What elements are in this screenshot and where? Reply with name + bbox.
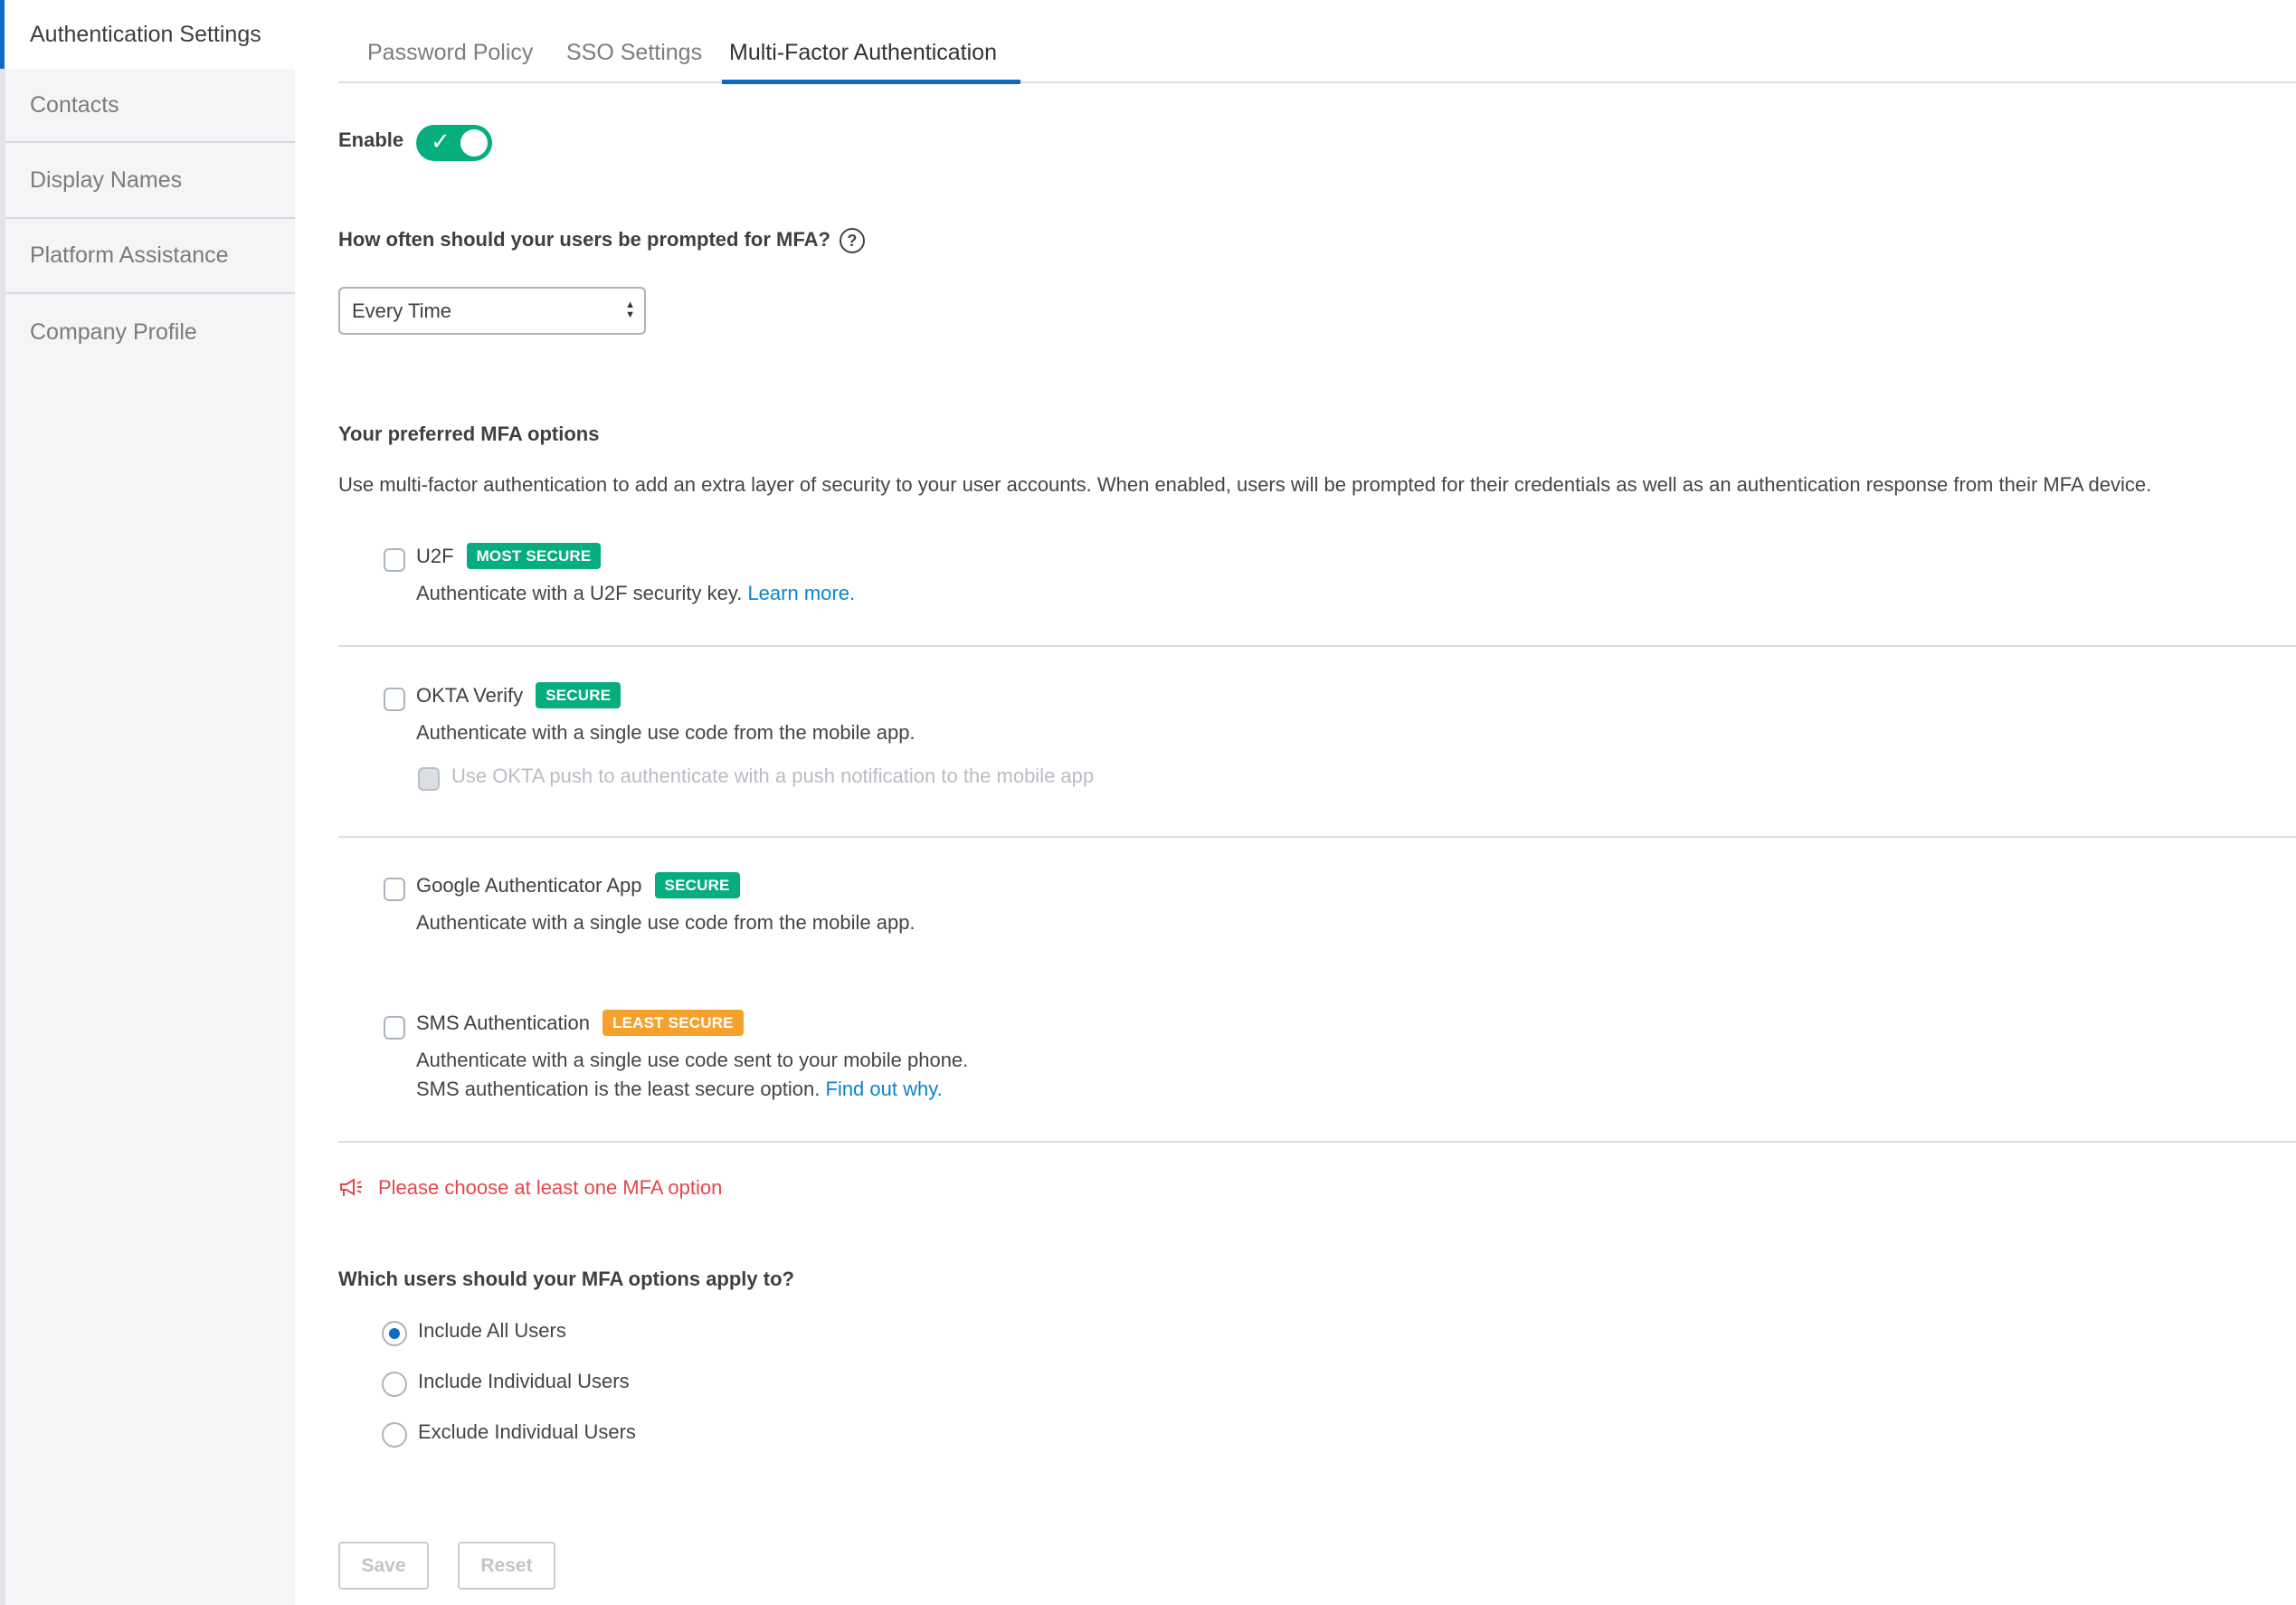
u2f-option-title: U2F MOST SECURE bbox=[416, 543, 602, 569]
sms-option-warning: SMS authentication is the least secure o… bbox=[416, 1078, 943, 1101]
settings-sidebar: Authentication Settings Contacts Display… bbox=[0, 0, 295, 1605]
radio-label: Exclude Individual Users bbox=[418, 1420, 636, 1443]
mfa-options-description: Use multi-factor authentication to add a… bbox=[338, 473, 2152, 496]
sidebar-item-authentication-settings[interactable]: Authentication Settings bbox=[0, 0, 295, 69]
security-badge: LEAST SECURE bbox=[602, 1010, 744, 1036]
tab-bar: Password Policy SSO Settings Multi-Facto… bbox=[338, 27, 2296, 84]
enable-label: Enable bbox=[338, 128, 404, 151]
tab-password-policy[interactable]: Password Policy bbox=[367, 40, 533, 81]
radio-label: Include Individual Users bbox=[418, 1370, 630, 1392]
u2f-option-description: Authenticate with a U2F security key. Le… bbox=[416, 582, 855, 605]
okta-option-description: Authenticate with a single use code from… bbox=[416, 721, 916, 744]
select-arrows-icon: ▲ ▼ bbox=[625, 299, 635, 320]
sidebar-item-label: Platform Assistance bbox=[30, 242, 229, 268]
security-badge: SECURE bbox=[654, 872, 740, 898]
include-all-users-radio[interactable] bbox=[382, 1321, 407, 1346]
users-question: Which users should your MFA options appl… bbox=[338, 1268, 794, 1290]
google-option-description: Authenticate with a single use code from… bbox=[416, 911, 916, 934]
tab-multi-factor-authentication[interactable]: Multi-Factor Authentication bbox=[729, 40, 997, 81]
option-title: OKTA Verify bbox=[416, 683, 524, 707]
option-title: SMS Authentication bbox=[416, 1011, 591, 1034]
exclude-individual-users-radio[interactable] bbox=[382, 1422, 407, 1448]
sidebar-item-label: Display Names bbox=[30, 166, 183, 193]
sidebar-item-display-names[interactable]: Display Names bbox=[5, 143, 295, 219]
sidebar-item-company-profile[interactable]: Company Profile bbox=[5, 294, 295, 370]
tab-sso-settings[interactable]: SSO Settings bbox=[566, 40, 702, 81]
option-title: U2F bbox=[416, 544, 454, 567]
sidebar-item-label: Authentication Settings bbox=[30, 21, 261, 47]
mfa-frequency-question: How often should your users be prompted … bbox=[338, 228, 865, 254]
check-icon: ✓ bbox=[431, 128, 451, 155]
help-icon[interactable]: ? bbox=[839, 228, 865, 254]
option-description: Authenticate with a U2F security key. bbox=[416, 582, 743, 604]
divider bbox=[338, 1141, 2296, 1143]
active-tab-indicator bbox=[722, 80, 1020, 84]
validation-error: Please choose at least one MFA option bbox=[338, 1176, 722, 1200]
sms-option-description: Authenticate with a single use code sent… bbox=[416, 1049, 969, 1071]
okta-push-label: Use OKTA push to authenticate with a pus… bbox=[451, 765, 1095, 787]
radio-label: Include All Users bbox=[418, 1319, 566, 1342]
toggle-knob bbox=[460, 129, 488, 157]
sidebar-item-contacts[interactable]: Contacts bbox=[5, 69, 295, 143]
learn-more-link[interactable]: Learn more. bbox=[747, 582, 855, 604]
error-message: Please choose at least one MFA option bbox=[378, 1176, 723, 1199]
google-option-title: Google Authenticator App SECURE bbox=[416, 872, 740, 898]
security-badge: MOST SECURE bbox=[466, 543, 602, 569]
save-button[interactable]: Save bbox=[338, 1542, 429, 1590]
sidebar-item-label: Company Profile bbox=[30, 318, 197, 345]
okta-verify-checkbox[interactable] bbox=[384, 688, 405, 711]
okta-push-checkbox[interactable] bbox=[418, 767, 440, 791]
okta-option-title: OKTA Verify SECURE bbox=[416, 682, 621, 708]
mfa-frequency-label: How often should your users be prompted … bbox=[338, 228, 830, 251]
sms-option-title: SMS Authentication LEAST SECURE bbox=[416, 1010, 744, 1036]
u2f-checkbox[interactable] bbox=[384, 548, 405, 572]
sidebar-item-label: Contacts bbox=[30, 91, 119, 118]
enable-toggle[interactable]: ✓ bbox=[416, 125, 492, 161]
mfa-frequency-select[interactable]: Every Time ▲ ▼ bbox=[338, 287, 646, 335]
mfa-frequency-value: Every Time bbox=[352, 299, 452, 322]
sidebar-item-platform-assistance[interactable]: Platform Assistance bbox=[5, 219, 295, 294]
find-out-why-link[interactable]: Find out why. bbox=[826, 1078, 943, 1100]
mfa-options-heading: Your preferred MFA options bbox=[338, 423, 600, 445]
google-authenticator-checkbox[interactable] bbox=[384, 878, 405, 901]
option-title: Google Authenticator App bbox=[416, 873, 642, 897]
divider bbox=[338, 836, 2296, 838]
include-individual-users-radio[interactable] bbox=[382, 1372, 407, 1397]
security-badge: SECURE bbox=[536, 682, 621, 708]
reset-button[interactable]: Reset bbox=[458, 1542, 555, 1590]
sms-authentication-checkbox[interactable] bbox=[384, 1016, 405, 1040]
megaphone-icon bbox=[340, 1178, 362, 1196]
option-description: SMS authentication is the least secure o… bbox=[416, 1078, 821, 1100]
divider bbox=[338, 645, 2296, 647]
